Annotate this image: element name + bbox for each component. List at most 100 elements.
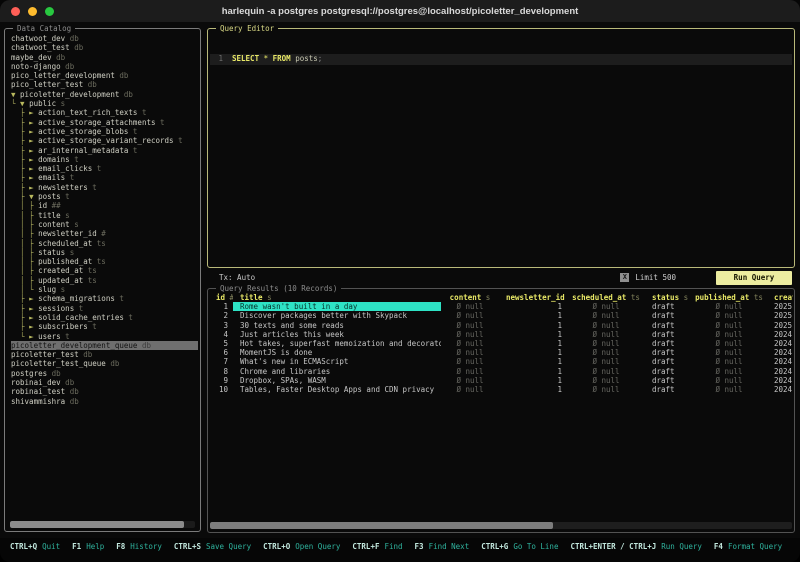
keybinding-quit[interactable]: CTRL+QQuit xyxy=(10,542,60,551)
expand-arrow-icon[interactable]: ► xyxy=(29,164,38,173)
catalog-item-robinai_test[interactable]: robinai_test db xyxy=(11,387,198,396)
column-header-title[interactable]: title s xyxy=(233,293,441,302)
catalog-item-solid_cache_entries[interactable]: ├ ► solid_cache_entries t xyxy=(11,313,198,322)
collapse-arrow-icon[interactable]: ▼ xyxy=(11,90,20,99)
collapse-arrow-icon[interactable]: ▼ xyxy=(20,99,29,108)
catalog-item-users[interactable]: └ ► users t xyxy=(11,332,198,341)
cell-published_at[interactable]: Ø null xyxy=(691,321,767,330)
catalog-item-maybe_dev[interactable]: maybe_dev db xyxy=(11,53,198,62)
expand-arrow-icon[interactable]: ► xyxy=(29,108,38,117)
cell-status[interactable]: draft xyxy=(645,330,691,339)
expand-arrow-icon[interactable]: ► xyxy=(29,183,38,192)
catalog-item-newsletter_id[interactable]: │ ├ newsletter_id # xyxy=(11,229,198,238)
minimize-window-button[interactable] xyxy=(28,7,37,16)
catalog-item-emails[interactable]: ├ ► emails t xyxy=(11,173,198,182)
cell-content[interactable]: Ø null xyxy=(441,321,499,330)
catalog-item-picoletter_test[interactable]: picoletter_test db xyxy=(11,350,198,359)
expand-arrow-icon[interactable]: ► xyxy=(29,322,38,331)
catalog-item-slug[interactable]: │ └ slug s xyxy=(11,285,198,294)
cell-title[interactable]: Dropbox, SPAs, WASM xyxy=(233,376,441,385)
cell-id[interactable]: 7 xyxy=(209,357,233,366)
catalog-item-active_storage_attachments[interactable]: ├ ► active_storage_attachments t xyxy=(11,118,198,127)
catalog-item-domains[interactable]: ├ ► domains t xyxy=(11,155,198,164)
catalog-item-postgres[interactable]: postgres db xyxy=(11,369,198,378)
cell-scheduled_at[interactable]: Ø null xyxy=(567,357,645,366)
cell-published_at[interactable]: Ø null xyxy=(691,339,767,348)
catalog-item-picoletter_development[interactable]: ▼ picoletter_development db xyxy=(11,90,198,99)
cell-title[interactable]: What's new in ECMAScript xyxy=(233,357,441,366)
cell-title[interactable]: Chrome and libraries xyxy=(233,367,441,376)
catalog-item-chatwoot_dev[interactable]: chatwoot_dev db xyxy=(11,34,198,43)
cell-scheduled_at[interactable]: Ø null xyxy=(567,311,645,320)
catalog-item-action_text_rich_texts[interactable]: ├ ► action_text_rich_texts t xyxy=(11,108,198,117)
cell-published_at[interactable]: Ø null xyxy=(691,330,767,339)
catalog-item-content[interactable]: │ ├ content s xyxy=(11,220,198,229)
column-header-content[interactable]: content s xyxy=(441,293,499,302)
cell-created_at[interactable]: 2025 xyxy=(767,302,793,311)
editor-current-line[interactable]: 1 SELECT * FROM posts; xyxy=(210,54,792,65)
keybinding-run-query[interactable]: CTRL+ENTER / CTRL+JRun Query xyxy=(570,542,701,551)
cell-id[interactable]: 5 xyxy=(209,339,233,348)
cell-newsletter_id[interactable]: 1 xyxy=(499,385,567,394)
cell-scheduled_at[interactable]: Ø null xyxy=(567,330,645,339)
cell-title[interactable]: 30 texts and some reads xyxy=(233,321,441,330)
column-header-id[interactable]: id ## xyxy=(209,293,233,302)
cell-status[interactable]: draft xyxy=(645,348,691,357)
cell-scheduled_at[interactable]: Ø null xyxy=(567,302,645,311)
catalog-item-id[interactable]: │ ├ id ## xyxy=(11,201,198,210)
catalog-item-pico_letter_development[interactable]: pico_letter_development db xyxy=(11,71,198,80)
scrollbar-thumb[interactable] xyxy=(10,521,184,528)
cell-newsletter_id[interactable]: 1 xyxy=(499,302,567,311)
catalog-item-chatwoot_test[interactable]: chatwoot_test db xyxy=(11,43,198,52)
expand-arrow-icon[interactable]: ► xyxy=(29,127,38,136)
catalog-item-sessions[interactable]: ├ ► sessions t xyxy=(11,304,198,313)
scrollbar-thumb[interactable] xyxy=(210,522,553,529)
cell-id[interactable]: 1 xyxy=(209,302,233,311)
catalog-item-pico_letter_test[interactable]: pico_letter_test db xyxy=(11,80,198,89)
cell-newsletter_id[interactable]: 1 xyxy=(499,311,567,320)
cell-created_at[interactable]: 2024 xyxy=(767,330,793,339)
catalog-item-shivammishra[interactable]: shivammishra db xyxy=(11,397,198,406)
collapse-arrow-icon[interactable]: ▼ xyxy=(29,192,38,201)
cell-scheduled_at[interactable]: Ø null xyxy=(567,385,645,394)
keybinding-help[interactable]: F1Help xyxy=(72,542,104,551)
expand-arrow-icon[interactable]: ► xyxy=(29,146,38,155)
cell-scheduled_at[interactable]: Ø null xyxy=(567,376,645,385)
cell-created_at[interactable]: 2025 xyxy=(767,321,793,330)
expand-arrow-icon[interactable]: ► xyxy=(29,136,38,145)
cell-created_at[interactable]: 2024 xyxy=(767,339,793,348)
catalog-item-posts[interactable]: ├ ▼ posts t xyxy=(11,192,198,201)
cell-scheduled_at[interactable]: Ø null xyxy=(567,348,645,357)
column-header-published_at[interactable]: published_at ts xyxy=(691,293,767,302)
cell-newsletter_id[interactable]: 1 xyxy=(499,348,567,357)
catalog-horizontal-scrollbar[interactable] xyxy=(10,521,195,528)
cell-content[interactable]: Ø null xyxy=(441,385,499,394)
cell-created_at[interactable]: 2025 xyxy=(767,311,793,320)
run-query-button[interactable]: Run Query xyxy=(716,271,792,285)
catalog-item-created_at[interactable]: │ ├ created_at ts xyxy=(11,266,198,275)
cell-newsletter_id[interactable]: 1 xyxy=(499,357,567,366)
cell-created_at[interactable]: 2024 xyxy=(767,385,793,394)
cell-created_at[interactable]: 2024 xyxy=(767,348,793,357)
cell-newsletter_id[interactable]: 1 xyxy=(499,330,567,339)
keybinding-find-next[interactable]: F3Find Next xyxy=(415,542,470,551)
catalog-item-active_storage_variant_records[interactable]: ├ ► active_storage_variant_records t xyxy=(11,136,198,145)
cell-scheduled_at[interactable]: Ø null xyxy=(567,339,645,348)
column-header-scheduled_at[interactable]: scheduled_at ts xyxy=(567,293,645,302)
cell-status[interactable]: draft xyxy=(645,302,691,311)
catalog-item-newsletters[interactable]: ├ ► newsletters t xyxy=(11,183,198,192)
cell-id[interactable]: 6 xyxy=(209,348,233,357)
keybinding-find[interactable]: CTRL+FFind xyxy=(352,542,402,551)
cell-status[interactable]: draft xyxy=(645,376,691,385)
cell-status[interactable]: draft xyxy=(645,385,691,394)
cell-published_at[interactable]: Ø null xyxy=(691,367,767,376)
cell-status[interactable]: draft xyxy=(645,321,691,330)
cell-status[interactable]: draft xyxy=(645,357,691,366)
limit-checkbox[interactable]: X xyxy=(620,273,629,282)
cell-published_at[interactable]: Ø null xyxy=(691,376,767,385)
cell-id[interactable]: 2 xyxy=(209,311,233,320)
catalog-item-title[interactable]: │ ├ title s xyxy=(11,211,198,220)
cell-id[interactable]: 4 xyxy=(209,330,233,339)
cell-title[interactable]: Just articles this week xyxy=(233,330,441,339)
cell-scheduled_at[interactable]: Ø null xyxy=(567,321,645,330)
